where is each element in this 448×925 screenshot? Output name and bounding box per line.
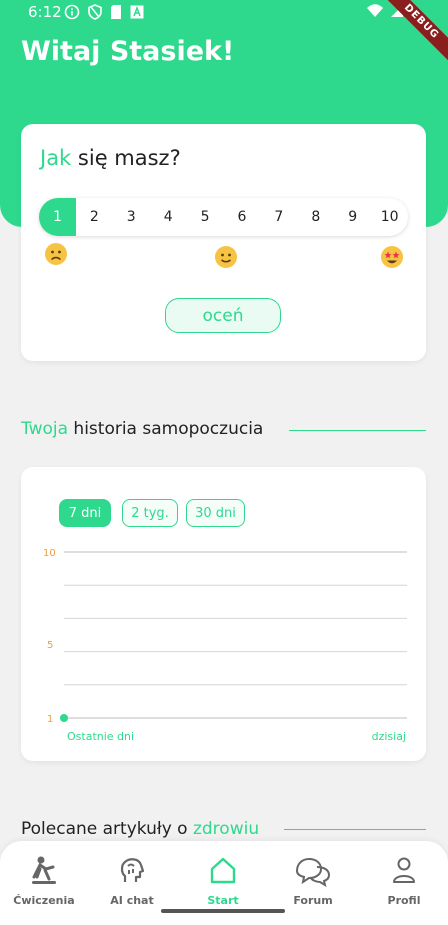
scale-option-7[interactable]: 7 [260, 198, 297, 236]
scale-option-1[interactable]: 1 [39, 198, 76, 236]
rate-button[interactable]: oceń [165, 298, 281, 333]
status-bar: 6:12 DEBUG [0, 0, 448, 67]
y-tick-10: 10 [43, 548, 56, 559]
shield-icon [88, 4, 102, 25]
history-title-divider [289, 430, 426, 431]
articles-section-title: Polecane artykuły o zdrowiu [21, 819, 259, 839]
history-card: 7 dni 2 tyg. 30 dni 10 5 1 Ostatnie dni … [21, 467, 426, 761]
nav-label-start: Start [207, 894, 239, 907]
mood-question-rest: się masz? [77, 146, 181, 170]
mood-history-chart: 10 5 1 Ostatnie dni dzisiaj [43, 548, 407, 743]
articles-title-rest: Polecane artykuły o [21, 819, 188, 839]
history-title-rest: historia samopoczucia [73, 419, 264, 439]
chart-series [60, 714, 68, 722]
smile-face-icon [214, 245, 238, 275]
y-tick-1: 1 [47, 714, 53, 725]
scale-option-8[interactable]: 8 [297, 198, 334, 236]
exercise-icon [29, 855, 59, 887]
mood-scale: 1 2 3 4 5 6 7 8 9 10 [39, 198, 408, 236]
home-indicator [161, 909, 285, 913]
info-circle-icon [64, 4, 80, 25]
scale-option-3[interactable]: 3 [113, 198, 150, 236]
scale-option-5[interactable]: 5 [187, 198, 224, 236]
mood-card: Jak się masz? 1 2 3 4 5 6 7 8 9 10 oceń [21, 124, 426, 361]
wifi-icon [366, 4, 384, 22]
mood-question-accent: Jak [40, 146, 72, 170]
a-box-icon [130, 5, 144, 24]
chart-point [60, 714, 68, 722]
nav-item-exercises[interactable]: Ćwiczenia [0, 855, 88, 907]
scale-option-10[interactable]: 10 [371, 198, 408, 236]
scale-option-6[interactable]: 6 [224, 198, 261, 236]
x-label-end: dzisiaj [372, 730, 406, 743]
star-eyes-face-icon [380, 245, 404, 275]
chart-gridlines [64, 551, 407, 719]
nav-label-forum: Forum [293, 894, 333, 907]
history-section-title: Twoja historia samopoczucia [21, 419, 263, 439]
chat-bubbles-icon [294, 855, 332, 888]
articles-title-divider [284, 829, 426, 830]
sd-card-icon [110, 4, 122, 25]
nav-item-ai-chat[interactable]: AI chat [88, 855, 176, 907]
scale-option-2[interactable]: 2 [76, 198, 113, 236]
nav-label-ai-chat: AI chat [110, 894, 154, 907]
scale-option-4[interactable]: 4 [150, 198, 187, 236]
sad-face-icon [44, 242, 68, 272]
articles-title-accent: zdrowiu [192, 819, 260, 839]
ai-head-icon [117, 855, 147, 887]
nav-item-forum[interactable]: Forum [269, 855, 357, 907]
mood-question: Jak się masz? [40, 146, 181, 170]
x-label-start: Ostatnie dni [67, 730, 134, 743]
nav-label-exercises: Ćwiczenia [13, 894, 75, 907]
person-icon [389, 855, 419, 887]
home-icon [208, 855, 238, 887]
greeting-title: Witaj Stasiek! [21, 36, 235, 67]
nav-item-profile[interactable]: Profil [360, 855, 448, 907]
nav-item-start[interactable]: Start [179, 855, 267, 907]
y-tick-5: 5 [47, 640, 53, 651]
nav-label-profile: Profil [387, 894, 421, 907]
scale-option-9[interactable]: 9 [334, 198, 371, 236]
history-title-accent: Twoja [21, 419, 69, 439]
status-time: 6:12 [28, 3, 62, 21]
